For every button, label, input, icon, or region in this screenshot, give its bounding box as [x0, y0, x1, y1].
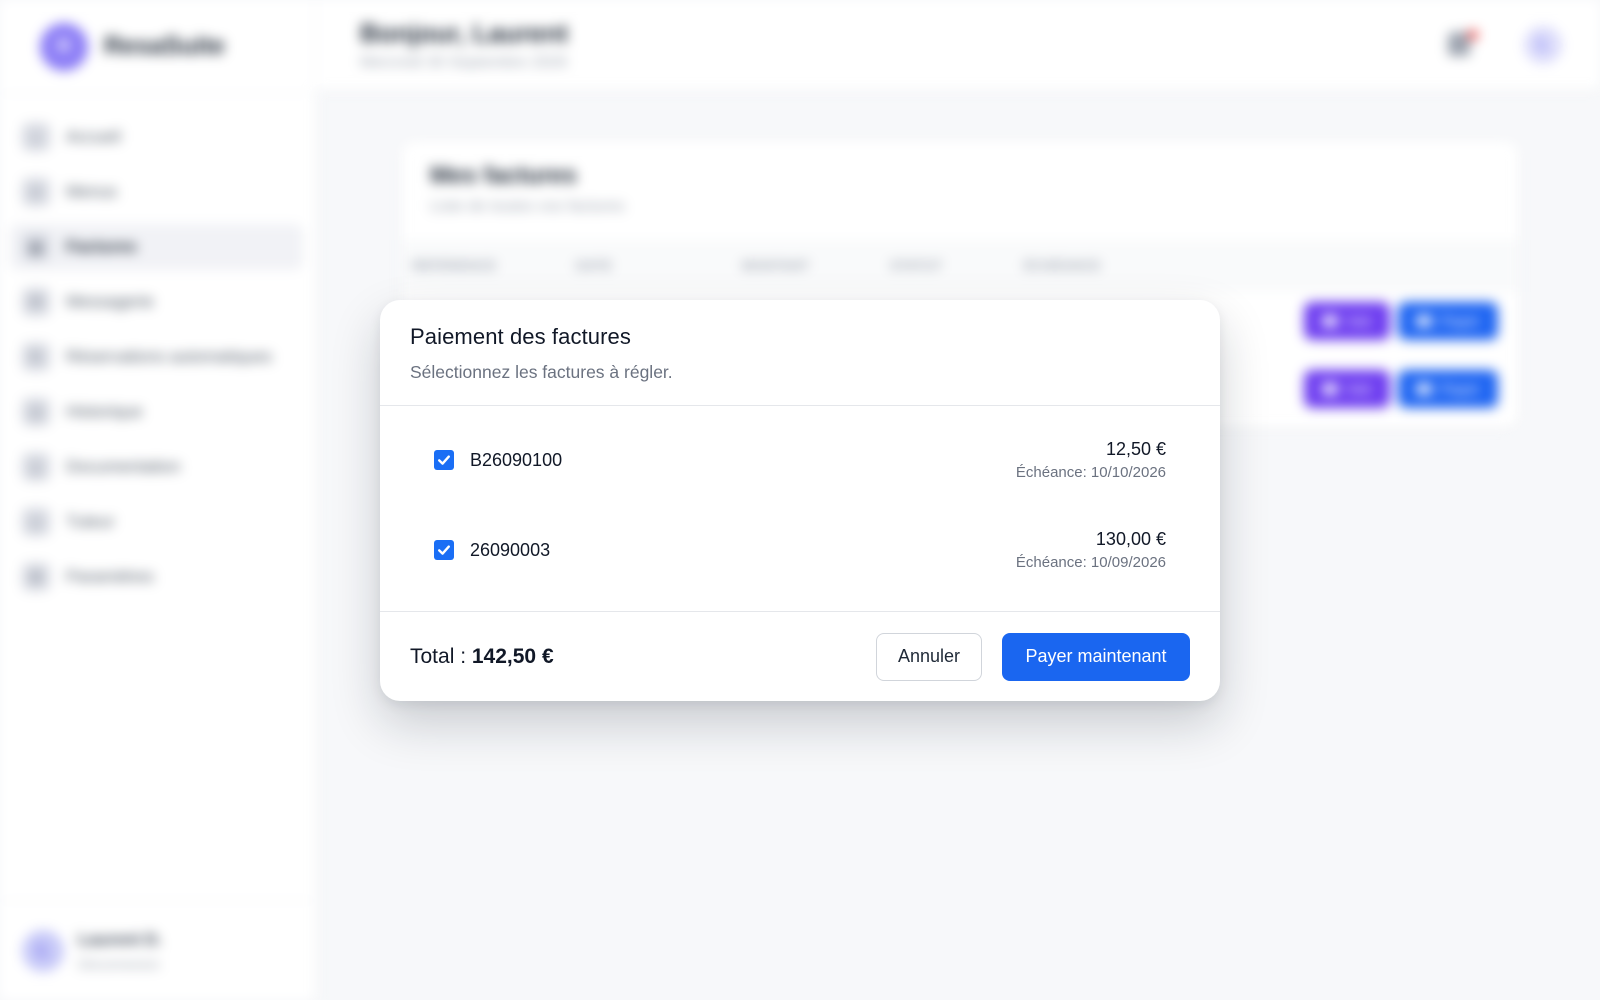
invoice-checkbox[interactable] — [434, 450, 454, 470]
current-date: Mercredi 30 Septembre 2026 — [360, 54, 568, 71]
pay-button[interactable]: Payer — [1398, 370, 1498, 408]
column-header: DATE — [576, 258, 613, 273]
avatar: L — [22, 929, 64, 972]
cancel-button[interactable]: Annuler — [876, 632, 982, 681]
logout-link[interactable]: Déconnexion — [78, 956, 162, 972]
user-name: Laurent D. — [78, 929, 163, 949]
brand: R ResaSuite — [0, 0, 315, 94]
card-subtitle: Liste de toutes vos factures — [430, 198, 625, 215]
column-header: STATUT — [890, 258, 943, 273]
page-greeting: Bonjour, Laurent — [360, 18, 568, 48]
sidebar-item-label: Documentation — [66, 457, 181, 476]
total: Total : 142,50 € — [410, 645, 554, 669]
column-header: MONTANT — [742, 258, 810, 273]
card-title: Mes factures — [430, 162, 577, 189]
modal-title: Paiement des factures — [410, 324, 631, 349]
sidebar-item-label: Réservations automatiques — [66, 347, 273, 366]
modal-footer: Total : 142,50 € Annuler Payer maintenan… — [380, 612, 1220, 701]
eye-icon — [1322, 383, 1339, 395]
sidebar-user: L Laurent D. Déconnexion — [0, 900, 316, 1000]
check-icon — [438, 455, 450, 465]
sidebar-item-messagerie[interactable]: ✉ Messagerie — [10, 279, 303, 325]
sidebar-item-label: Messagerie — [66, 292, 154, 311]
total-label: Total : — [410, 644, 467, 668]
sidebar-item-documentation[interactable]: ▯ Documentation — [10, 444, 303, 490]
invoice-amount: 12,50 € — [1105, 439, 1166, 459]
pay-button[interactable]: Payer — [1398, 302, 1498, 340]
sidebar-item-label: Accueil — [66, 127, 121, 146]
brand-logo: R — [40, 22, 88, 71]
invoice-list: B26090100 12,50 € Échéance: 10/10/2026 2… — [380, 406, 1220, 612]
invoice-amount: 130,00 € — [1095, 529, 1166, 549]
sidebar-item-label: Historique — [66, 402, 143, 421]
document-icon: ▯ — [22, 453, 50, 481]
table-header: RÉFÉRENCE DATE MONTANT STATUT ÉCHÉANCE — [402, 240, 1518, 292]
payment-modal: Paiement des factures Sélectionnez les f… — [380, 300, 1220, 701]
home-icon: ⌂ — [22, 123, 50, 151]
sidebar-item-menus[interactable]: ≡ Menus — [10, 169, 303, 215]
list-item: B26090100 12,50 € Échéance: 10/10/2026 — [434, 430, 1166, 490]
notification-badge — [1468, 30, 1478, 40]
invoice-checkbox[interactable] — [434, 540, 454, 560]
refresh-icon: ↻ — [22, 343, 50, 371]
menu-icon: ≡ — [22, 178, 50, 206]
sidebar-nav: ⌂ Accueil ≡ Menus ▤ Factures ✉ Messageri… — [0, 94, 315, 600]
card-icon — [1416, 315, 1433, 327]
sidebar-item-historique[interactable]: ◷ Historique — [10, 389, 303, 435]
sidebar-item-reservations[interactable]: ↻ Réservations automatiques — [10, 334, 303, 380]
eye-icon — [1322, 315, 1339, 327]
gear-icon: ⚙ — [22, 563, 50, 591]
sidebar-item-label: Paramètres — [66, 567, 154, 586]
bell-icon[interactable] — [1448, 32, 1470, 56]
total-value: 142,50 € — [471, 644, 554, 668]
user-icon: ☺ — [22, 508, 50, 536]
modal-header: Paiement des factures Sélectionnez les f… — [380, 300, 1220, 406]
view-button[interactable]: Voir — [1304, 370, 1390, 408]
view-button[interactable]: Voir — [1304, 302, 1390, 340]
column-header: RÉFÉRENCE — [412, 258, 497, 273]
invoice-icon: ▤ — [22, 233, 50, 261]
sidebar: R ResaSuite ⌂ Accueil ≡ Menus ▤ Factures… — [0, 0, 316, 1000]
clock-icon: ◷ — [22, 398, 50, 426]
check-icon — [438, 545, 450, 555]
sidebar-item-tuteur[interactable]: ☺ Tuteur — [10, 499, 303, 545]
list-item: 26090003 130,00 € Échéance: 10/09/2026 — [434, 520, 1166, 580]
sidebar-item-label: Menus — [66, 182, 118, 201]
invoice-due-date: Échéance: 10/10/2026 — [1015, 464, 1166, 481]
modal-subtitle: Sélectionnez les factures à régler. — [410, 362, 673, 382]
invoice-reference: 26090003 — [470, 539, 551, 560]
sidebar-item-label: Tuteur — [66, 512, 115, 531]
mail-icon: ✉ — [22, 288, 50, 316]
topbar: Bonjour, Laurent Mercredi 30 Septembre 2… — [316, 0, 1600, 90]
invoice-reference: B26090100 — [470, 449, 563, 470]
avatar[interactable]: L — [1524, 26, 1562, 64]
invoice-due-date: Échéance: 10/09/2026 — [1015, 554, 1166, 571]
sidebar-item-parametres[interactable]: ⚙ Paramètres — [10, 554, 303, 600]
pay-now-button[interactable]: Payer maintenant — [1002, 632, 1190, 681]
column-header: ÉCHÉANCE — [1024, 258, 1101, 273]
card-icon — [1416, 383, 1433, 395]
sidebar-item-accueil[interactable]: ⌂ Accueil — [10, 114, 303, 160]
sidebar-item-factures[interactable]: ▤ Factures — [10, 224, 303, 270]
brand-name: ResaSuite — [104, 32, 225, 60]
sidebar-item-label: Factures — [66, 237, 137, 256]
